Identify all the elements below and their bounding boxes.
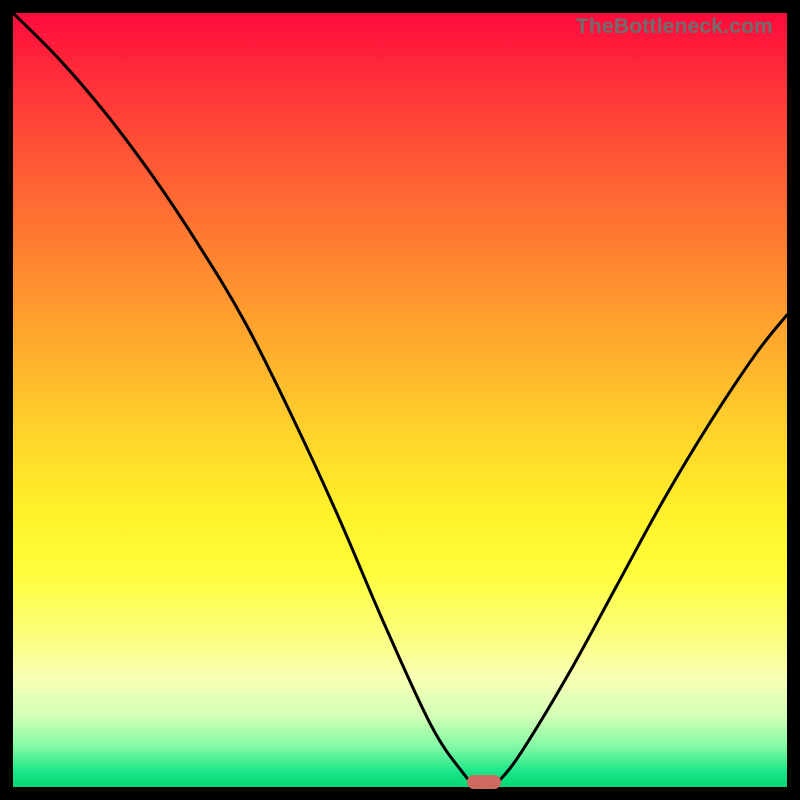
- bottleneck-curve-path: [13, 13, 787, 787]
- plot-area: TheBottleneck.com: [13, 13, 787, 787]
- chart-frame: TheBottleneck.com: [0, 0, 800, 800]
- line-chart: [13, 13, 787, 787]
- minimum-marker: [467, 775, 501, 789]
